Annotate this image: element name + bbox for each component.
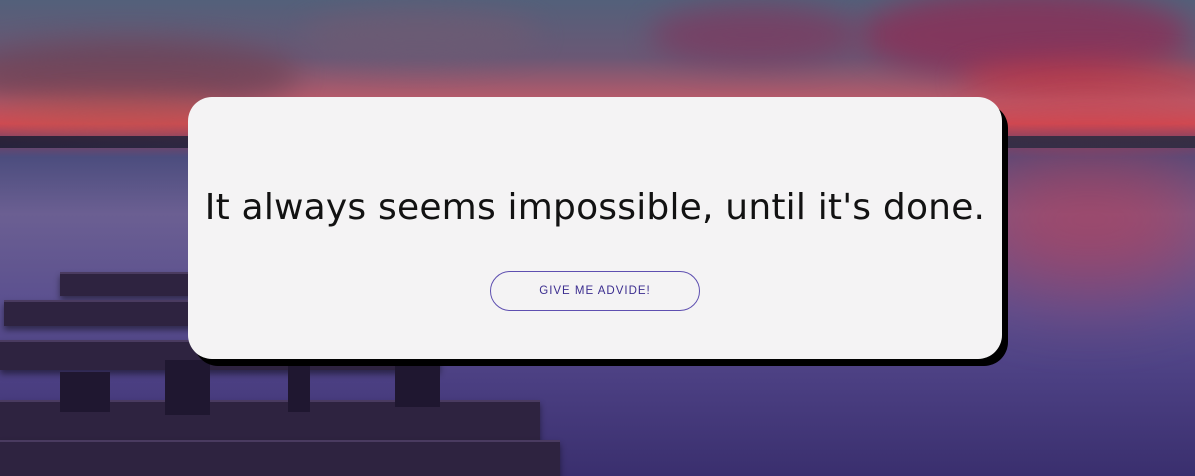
cloud xyxy=(300,10,540,60)
give-advice-button[interactable]: GIVE ME ADVIDE! xyxy=(490,271,700,311)
dock-post xyxy=(288,362,310,412)
dock-post xyxy=(395,362,440,407)
dock-plank xyxy=(0,440,560,476)
quote-text: It always seems impossible, until it's d… xyxy=(204,187,986,228)
cloud xyxy=(960,60,1195,100)
cloud xyxy=(650,5,860,65)
dock-post xyxy=(60,372,110,412)
dock-post xyxy=(165,360,210,415)
quote-card: It always seems impossible, until it's d… xyxy=(188,97,1002,359)
